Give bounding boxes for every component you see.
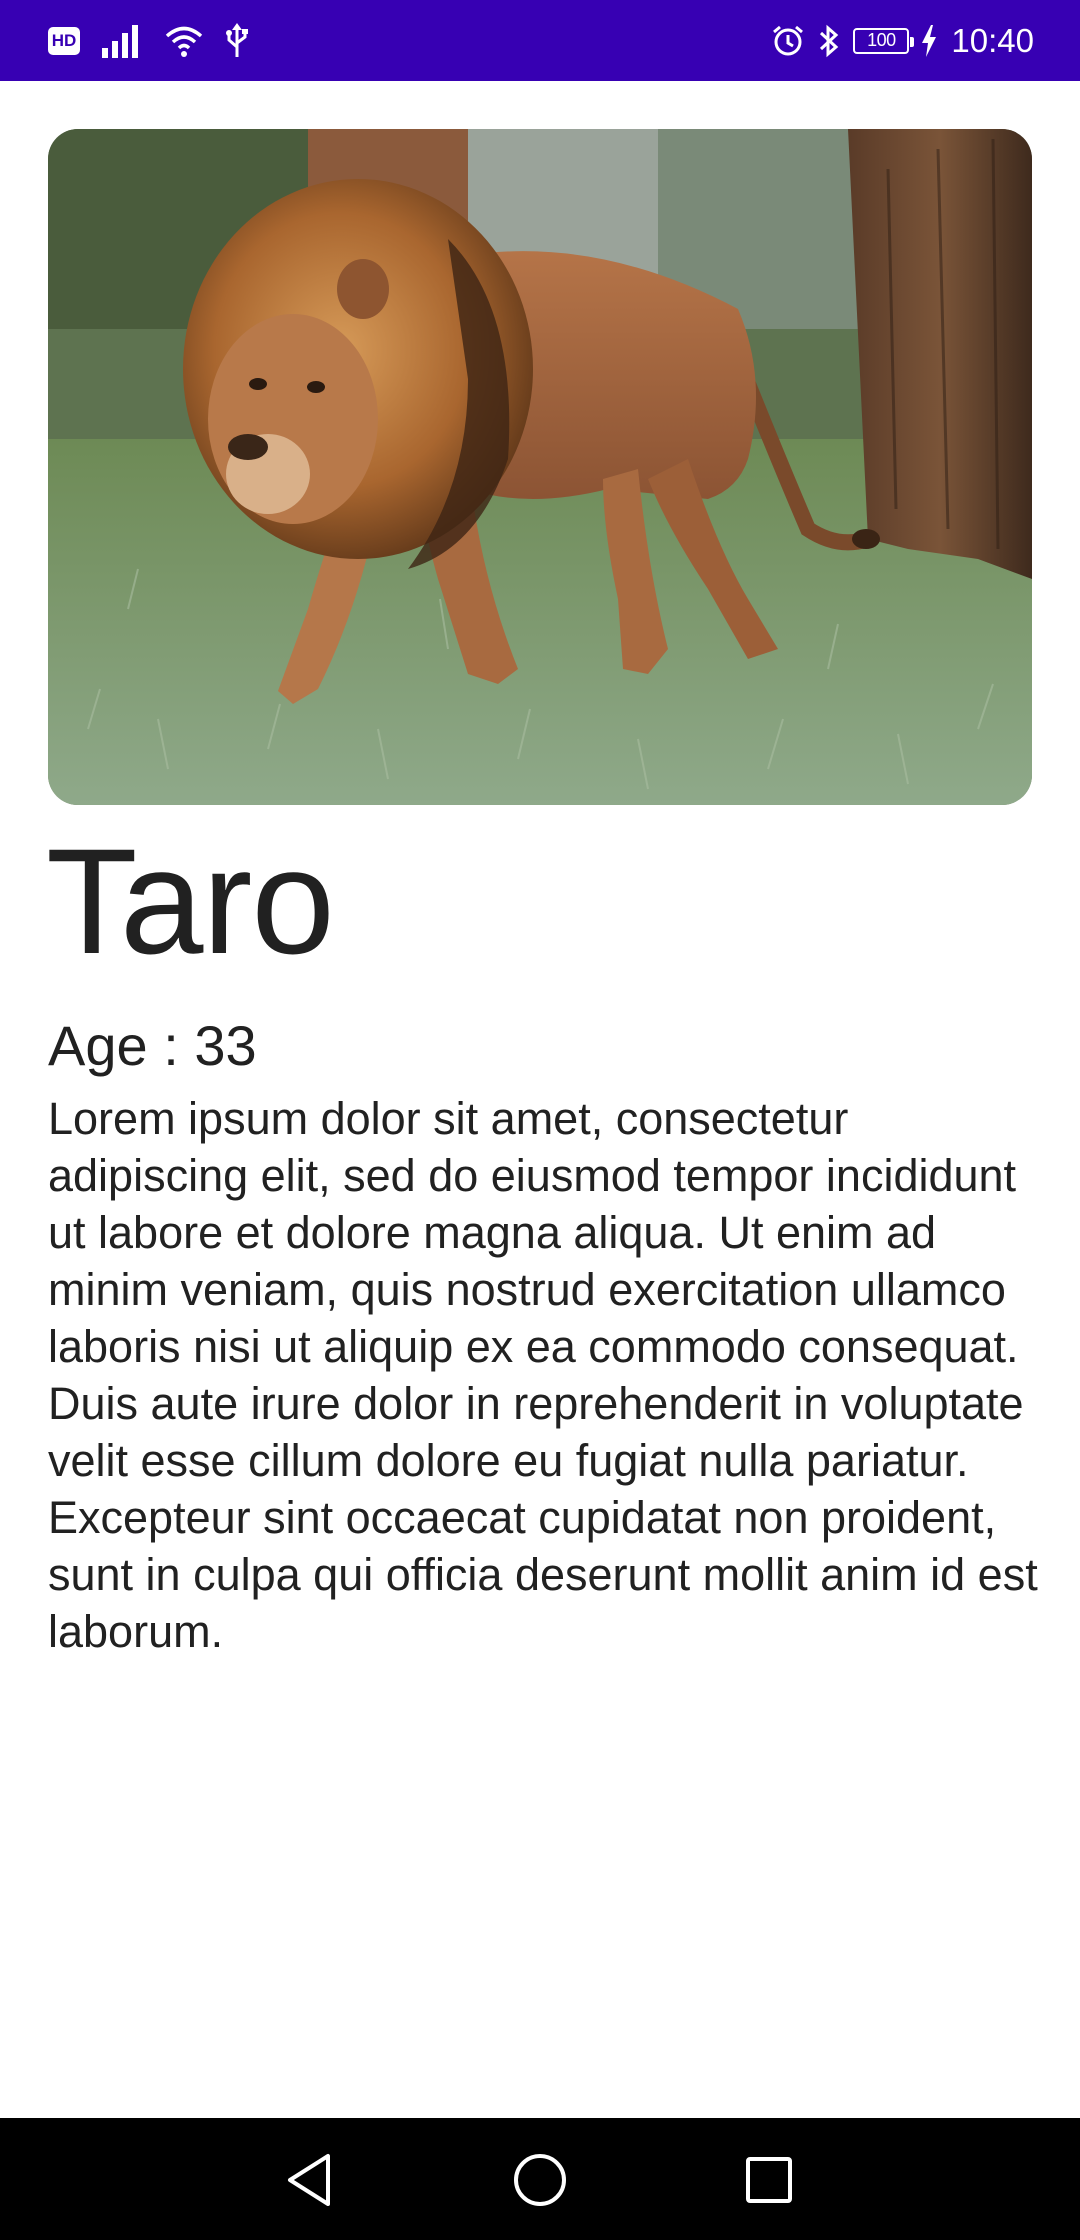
battery-icon: 100 xyxy=(853,27,915,54)
lion-photo xyxy=(48,129,1032,805)
animal-age: Age : 33 xyxy=(48,1014,257,1077)
back-button[interactable] xyxy=(277,2148,341,2212)
signal-icon xyxy=(102,24,138,58)
recents-button[interactable] xyxy=(737,2148,801,2212)
hd-icon: HD xyxy=(48,26,80,55)
back-icon xyxy=(288,2154,330,2206)
status-bar-right: 100 10:40 xyxy=(771,18,1034,63)
alarm-icon xyxy=(773,25,804,55)
home-button[interactable] xyxy=(508,2148,572,2212)
status-bar: HD 100 10:40 xyxy=(0,0,1080,81)
navigation-bar xyxy=(0,2118,1080,2240)
wifi-icon xyxy=(165,26,203,57)
status-bar-left: HD xyxy=(48,18,250,63)
recents-icon xyxy=(746,2157,792,2203)
bluetooth-icon xyxy=(820,24,839,57)
charging-icon xyxy=(922,24,937,57)
animal-name: Taro xyxy=(46,817,335,985)
usb-icon xyxy=(226,22,248,57)
home-icon xyxy=(514,2154,566,2206)
status-time: 10:40 xyxy=(951,21,1034,59)
animal-description: Lorem ipsum dolor sit amet, consectetur … xyxy=(48,1093,1038,1657)
lion-illustration xyxy=(48,129,1032,805)
